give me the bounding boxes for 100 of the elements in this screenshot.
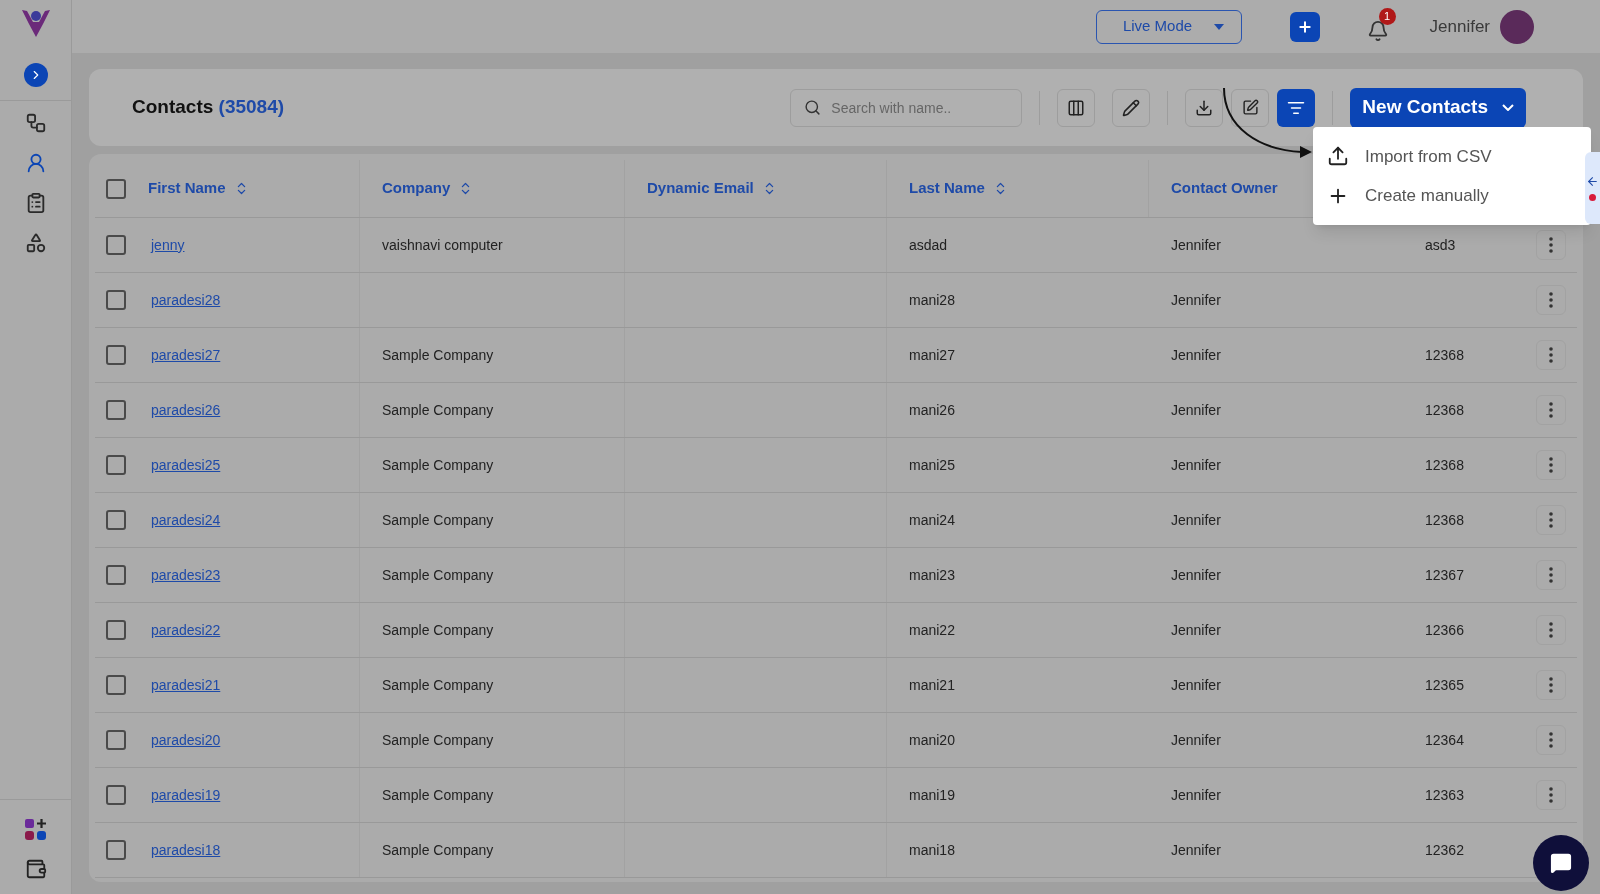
add-button[interactable] xyxy=(1289,11,1320,42)
table-cell-text: Jennifer xyxy=(1171,620,1221,640)
checkbox[interactable] xyxy=(106,235,126,255)
checkbox[interactable] xyxy=(106,290,126,310)
contact-link[interactable]: paradesi19 xyxy=(151,784,221,806)
flow-icon xyxy=(24,112,47,134)
more-button[interactable] xyxy=(1536,395,1566,425)
checkbox[interactable] xyxy=(106,675,126,695)
table-cell-text: Sample Company xyxy=(382,400,494,420)
mode-select[interactable]: Live Mode xyxy=(1095,9,1242,44)
table-cell-text: Jennifer xyxy=(1171,565,1221,585)
table-cell-text: mani25 xyxy=(909,455,955,475)
checkbox[interactable] xyxy=(106,840,126,860)
contact-link[interactable]: paradesi28 xyxy=(151,289,221,311)
column-header[interactable]: Contact Owner xyxy=(1171,177,1278,200)
edit-button[interactable] xyxy=(1112,88,1151,127)
page-title: Contacts (35084) xyxy=(132,95,285,120)
contact-link[interactable]: paradesi20 xyxy=(151,729,221,751)
table-cell-text: Jennifer xyxy=(1171,730,1221,750)
table-cell-text: Sample Company xyxy=(382,345,494,365)
contact-link[interactable]: paradesi24 xyxy=(151,509,221,531)
table-cell-text: 12368 xyxy=(1425,455,1464,475)
avatar[interactable] xyxy=(1500,9,1534,44)
table-cell-text: mani26 xyxy=(909,400,955,420)
contact-link[interactable]: paradesi23 xyxy=(151,564,221,586)
table-cell-text: asdad xyxy=(909,235,948,255)
checkbox[interactable] xyxy=(106,455,126,475)
more-button[interactable] xyxy=(1536,615,1566,645)
table-cell-text: asd3 xyxy=(1425,235,1456,255)
download-button[interactable] xyxy=(1185,88,1224,127)
column-header[interactable]: First Name xyxy=(148,177,226,200)
more-button[interactable] xyxy=(1536,725,1566,755)
table-cell-text: Sample Company xyxy=(382,785,494,805)
checkbox[interactable] xyxy=(106,400,126,420)
column-header[interactable]: Dynamic Email xyxy=(647,177,754,200)
more-icon xyxy=(1549,512,1553,528)
table-cell-text: Sample Company xyxy=(382,730,494,750)
contact-link[interactable]: paradesi22 xyxy=(151,619,221,641)
table-cell-text: Sample Company xyxy=(382,455,494,475)
checkbox[interactable] xyxy=(106,178,126,199)
more-button[interactable] xyxy=(1536,780,1566,810)
menu-item[interactable]: Create manually xyxy=(1327,183,1489,209)
more-button[interactable] xyxy=(1536,450,1566,480)
apps-icon xyxy=(23,818,48,842)
more-button[interactable] xyxy=(1536,285,1566,315)
checkbox[interactable] xyxy=(106,565,126,585)
more-button[interactable] xyxy=(1536,230,1566,260)
more-button[interactable] xyxy=(1536,340,1566,370)
compose-button[interactable] xyxy=(1231,88,1270,127)
caret-icon xyxy=(1214,23,1225,30)
contact-link[interactable]: paradesi25 xyxy=(151,454,221,476)
more-icon xyxy=(1549,622,1553,638)
contact-link[interactable]: paradesi27 xyxy=(151,344,221,366)
table-cell-text: 12368 xyxy=(1425,510,1464,530)
table-cell-text: mani19 xyxy=(909,785,955,805)
menu-item[interactable]: Import from CSV xyxy=(1327,143,1492,169)
user-name: Jennifer xyxy=(1429,15,1490,38)
more-icon xyxy=(1549,402,1553,418)
more-button[interactable] xyxy=(1536,670,1566,700)
more-icon xyxy=(1549,787,1553,803)
filter-button[interactable] xyxy=(1277,88,1316,127)
chat-button[interactable] xyxy=(1533,835,1589,891)
checkbox[interactable] xyxy=(106,345,126,365)
table-cell-text: Sample Company xyxy=(382,620,494,640)
table-cell-text: mani24 xyxy=(909,510,955,530)
more-icon xyxy=(1549,732,1553,748)
more-icon xyxy=(1549,292,1553,308)
expand-button[interactable] xyxy=(23,63,48,87)
table-cell-text: Sample Company xyxy=(382,565,494,585)
new-contacts-button[interactable]: New Contacts xyxy=(1350,87,1526,128)
table-cell-text: Jennifer xyxy=(1171,510,1221,530)
table-cell-text: Jennifer xyxy=(1171,290,1221,310)
checkbox[interactable] xyxy=(106,730,126,750)
notification-button[interactable]: 1 xyxy=(1359,7,1396,46)
more-button[interactable] xyxy=(1536,560,1566,590)
table-cell-text: 12368 xyxy=(1425,400,1464,420)
checkbox[interactable] xyxy=(106,785,126,805)
pencil-icon xyxy=(1122,98,1141,117)
more-button[interactable] xyxy=(1536,505,1566,535)
table-cell-text: mani28 xyxy=(909,290,955,310)
checkbox[interactable] xyxy=(106,510,126,530)
contact-link[interactable]: paradesi21 xyxy=(151,674,221,696)
wallet-icon xyxy=(24,858,47,880)
checkbox[interactable] xyxy=(106,620,126,640)
search-field[interactable]: Search with name.. xyxy=(790,88,1023,127)
plus-icon xyxy=(1296,18,1313,35)
columns-button[interactable] xyxy=(1057,88,1096,127)
more-icon xyxy=(1549,347,1553,363)
more-icon xyxy=(1549,457,1553,473)
side-tab[interactable] xyxy=(1585,152,1600,224)
contact-link[interactable]: paradesi18 xyxy=(151,839,221,861)
table-cell-text: vaishnavi computer xyxy=(382,235,503,255)
column-header[interactable]: Last Name xyxy=(909,177,985,200)
contact-link[interactable]: paradesi26 xyxy=(151,399,221,421)
contact-link[interactable]: jenny xyxy=(151,234,185,256)
column-header[interactable]: Company xyxy=(382,177,451,200)
columns-icon xyxy=(1067,98,1086,117)
table-cell-text: 12368 xyxy=(1425,345,1464,365)
table-cell-text: Jennifer xyxy=(1171,235,1221,255)
table-cell-text: 12364 xyxy=(1425,730,1464,750)
